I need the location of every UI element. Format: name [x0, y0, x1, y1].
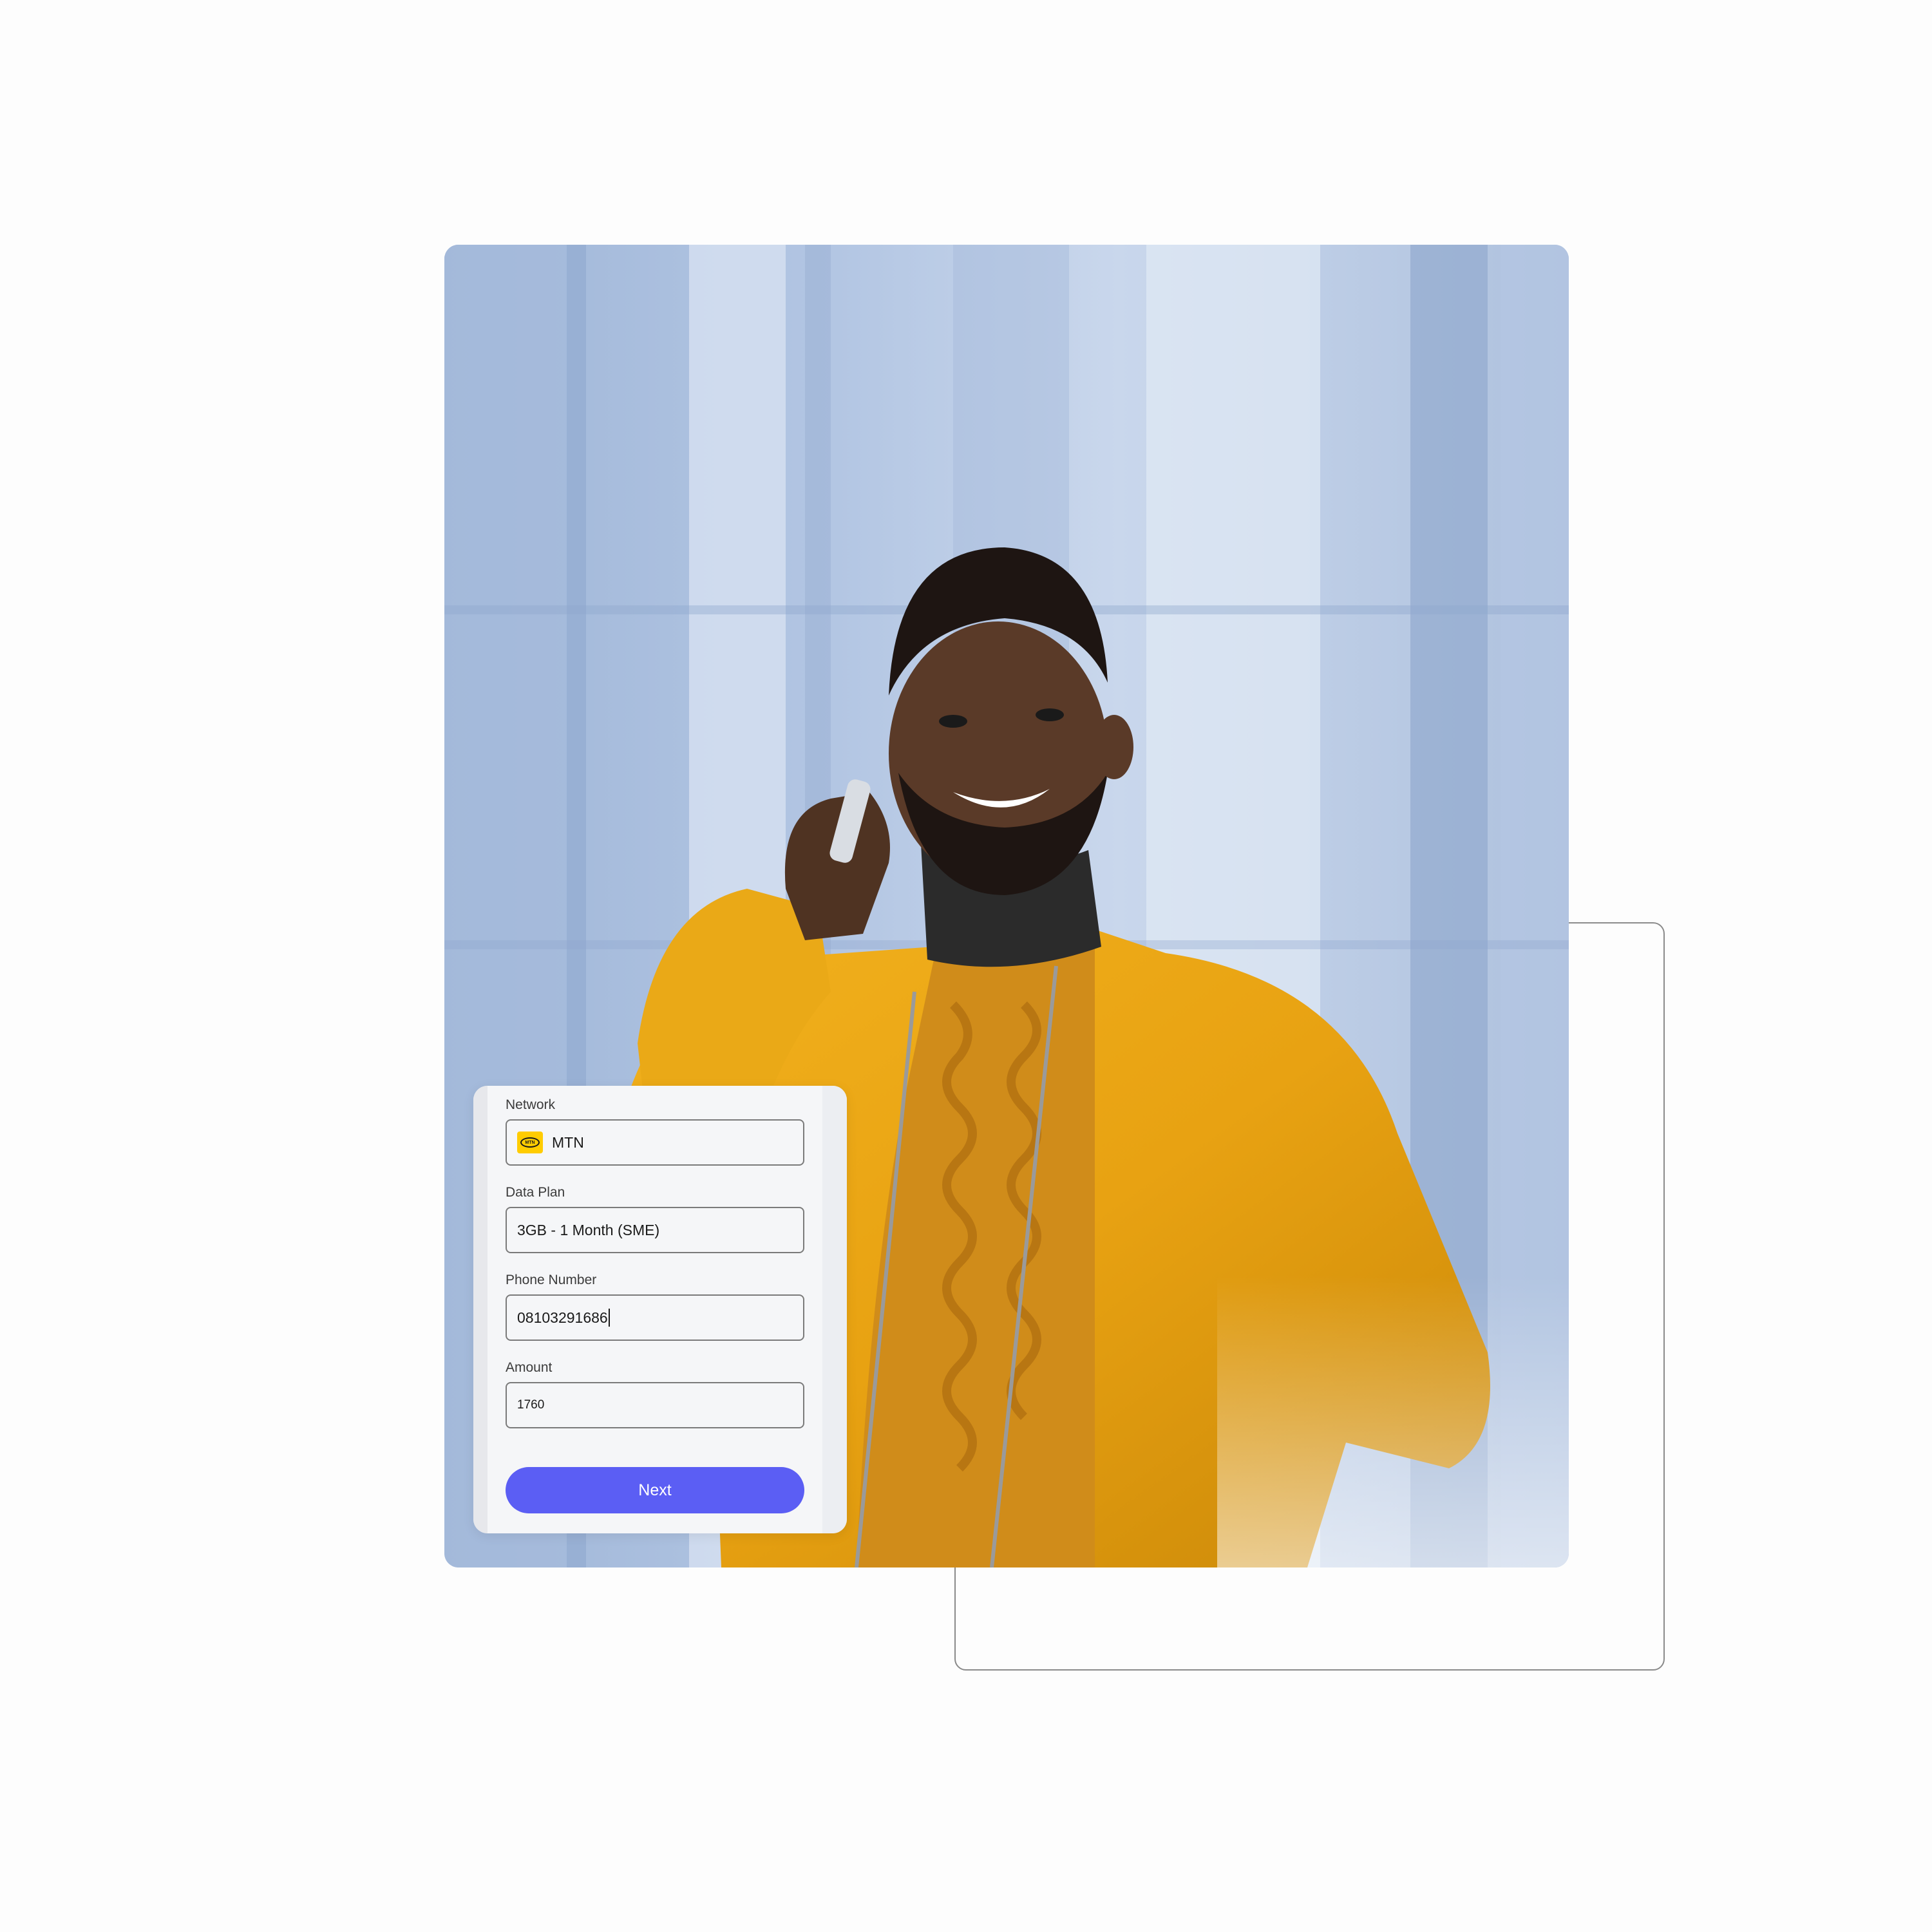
amount-input[interactable]: 1760: [506, 1382, 804, 1428]
data-plan-value: 3GB - 1 Month (SME): [517, 1221, 660, 1238]
network-select[interactable]: MTN MTN: [506, 1119, 804, 1166]
mtn-logo-icon: MTN: [517, 1132, 543, 1153]
data-plan-label: Data Plan: [506, 1185, 565, 1200]
mtn-logo-text: MTN: [520, 1137, 540, 1148]
form-left-edge: [473, 1086, 488, 1533]
phone-number-value: 08103291686: [517, 1309, 608, 1326]
data-plan-select[interactable]: 3GB - 1 Month (SME): [506, 1207, 804, 1253]
form-right-edge: [822, 1086, 847, 1533]
data-purchase-form: Network MTN MTN Data Plan 3GB - 1 Month …: [473, 1086, 847, 1533]
phone-number-label: Phone Number: [506, 1273, 597, 1287]
amount-label: Amount: [506, 1360, 553, 1375]
text-cursor: [608, 1309, 610, 1327]
amount-value: 1760: [517, 1398, 545, 1412]
phone-number-input[interactable]: 08103291686: [506, 1294, 804, 1341]
network-value: MTN: [552, 1133, 584, 1151]
network-label: Network: [506, 1097, 556, 1112]
next-button[interactable]: Next: [506, 1467, 804, 1513]
